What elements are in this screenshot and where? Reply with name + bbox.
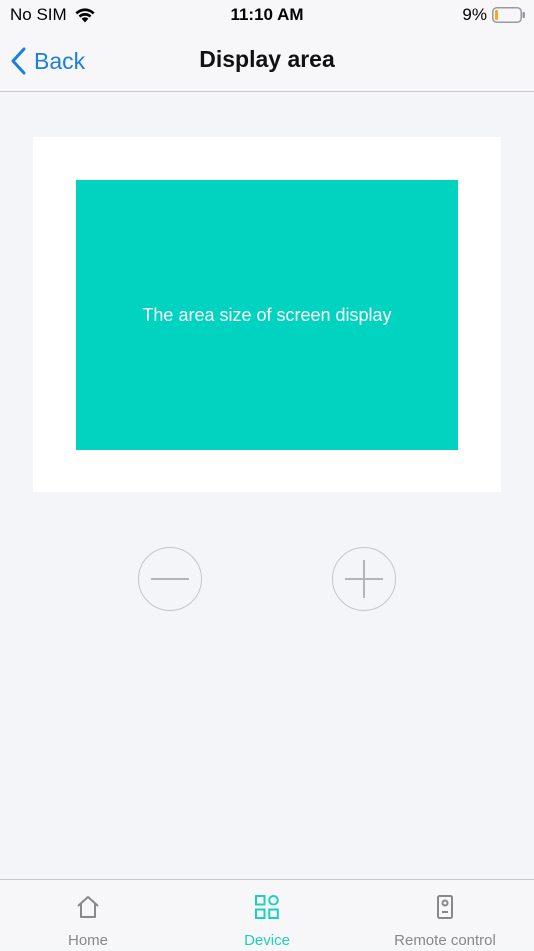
page-title: Display area — [199, 46, 335, 72]
battery-icon — [492, 7, 525, 23]
tab-home-label: Home — [67, 932, 108, 949]
tab-remote-control-label: Remote control — [394, 932, 496, 949]
tab-home[interactable]: Home — [48, 880, 128, 951]
nav-bar: Back Display area — [0, 30, 534, 92]
display-frame: The area size of screen display — [33, 137, 501, 492]
plus-icon — [345, 560, 383, 598]
status-time: 11:10 AM — [230, 5, 304, 24]
minus-icon — [151, 578, 189, 580]
home-icon — [77, 896, 99, 918]
tab-device-label: Device — [244, 932, 290, 949]
grid-icon — [255, 894, 279, 919]
remote-icon — [437, 895, 453, 919]
tab-bar: Home Device Remote control — [0, 879, 534, 950]
tab-remote-control[interactable]: Remote control — [380, 880, 510, 951]
display-area-caption: The area size of screen display — [142, 304, 392, 325]
tab-device[interactable]: Device — [226, 880, 308, 951]
increase-button[interactable] — [332, 547, 396, 611]
decrease-button[interactable] — [138, 547, 202, 611]
battery-percent: 9% — [462, 5, 487, 24]
status-right: 9% — [462, 5, 526, 25]
status-bar: No SIM 11:10 AM 9% — [0, 0, 534, 30]
display-area-preview: The area size of screen display — [76, 180, 458, 450]
